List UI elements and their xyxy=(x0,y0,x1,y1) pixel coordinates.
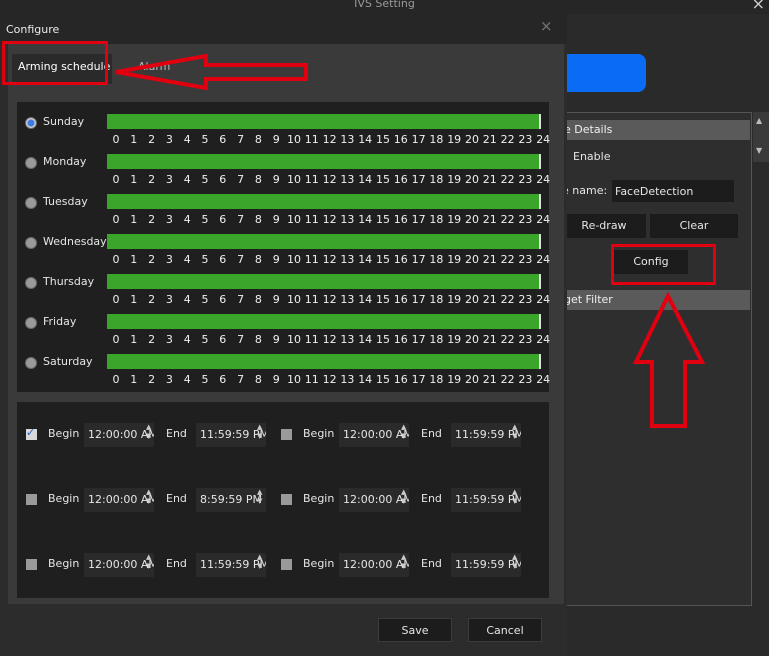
up-arrow-annotation xyxy=(632,291,706,428)
annotation-arrows xyxy=(115,53,706,428)
left-arrow-annotation xyxy=(115,53,308,91)
